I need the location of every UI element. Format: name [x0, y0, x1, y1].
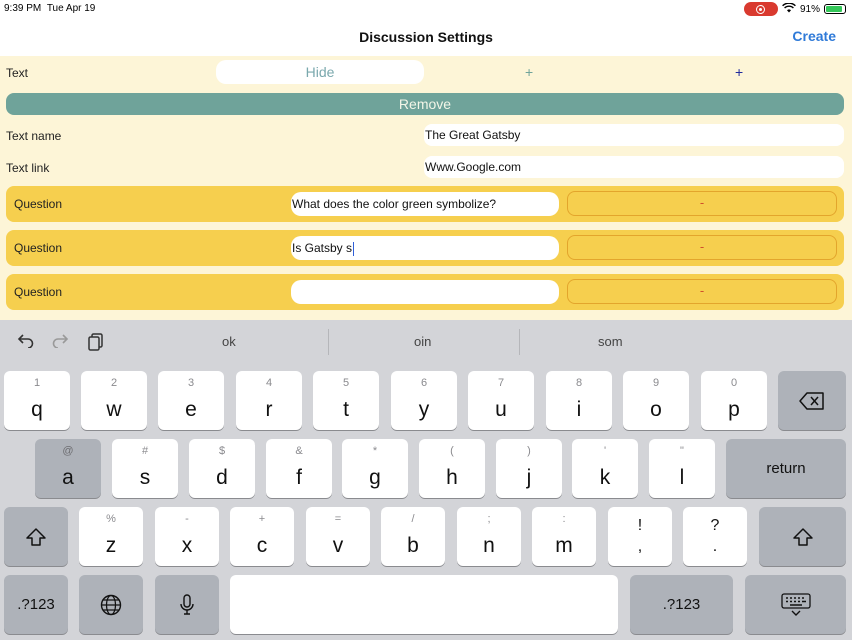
suggestion-divider [519, 329, 520, 355]
return-key[interactable]: return [726, 439, 846, 498]
globe-key[interactable] [79, 575, 143, 634]
key-f[interactable]: & f [266, 439, 332, 498]
onscreen-keyboard: ok oin som 1q 2w 3e 4r 5t 6y 7u 8i 9o 0p… [0, 320, 852, 640]
suggestion-2[interactable]: oin [414, 334, 431, 349]
remove-question-button[interactable]: - [567, 191, 837, 216]
key-s[interactable]: # s [112, 439, 178, 498]
undo-icon[interactable] [16, 332, 36, 352]
hide-button[interactable]: Hide [216, 60, 424, 84]
discussion-form: Text Hide + + Remove Text name The Great… [0, 56, 852, 320]
key-e[interactable]: 3e [158, 371, 224, 430]
numbers-key-right[interactable]: .?123 [630, 575, 733, 634]
key-n[interactable]: ; n [457, 507, 521, 566]
question-field-text: Is Gatsby s [292, 241, 353, 255]
key-comma[interactable]: !, [608, 507, 672, 566]
backspace-icon [778, 371, 846, 430]
suggestion-bar: ok oin som [0, 320, 852, 364]
key-a[interactable]: @ a [35, 439, 101, 498]
question-label: Question [14, 241, 63, 255]
text-label: Text [6, 66, 29, 80]
question-card: Question - [6, 274, 844, 310]
microphone-icon [155, 575, 219, 634]
key-h[interactable]: (h [419, 439, 485, 498]
battery-icon [824, 4, 846, 14]
suggestion-1[interactable]: ok [222, 334, 236, 349]
create-button[interactable]: Create [792, 28, 836, 44]
key-d[interactable]: $ d [189, 439, 255, 498]
key-x[interactable]: -x [155, 507, 219, 566]
globe-icon [79, 575, 143, 634]
key-t[interactable]: 5t [313, 371, 379, 430]
key-v[interactable]: = v [306, 507, 370, 566]
key-u[interactable]: 7u [468, 371, 534, 430]
question-field[interactable]: Is Gatsby s [291, 236, 559, 260]
battery-percent: 91% [799, 3, 820, 15]
shift-key-left[interactable] [4, 507, 68, 566]
text-name-label: Text name [6, 129, 62, 143]
navigation-bar: Discussion Settings Create [0, 18, 852, 56]
key-o[interactable]: 9o [623, 371, 689, 430]
text-cursor [353, 241, 355, 256]
question-label: Question [14, 285, 63, 299]
suggestion-divider [328, 329, 329, 355]
key-r[interactable]: 4r [236, 371, 302, 430]
key-i[interactable]: 8i [546, 371, 612, 430]
key-y[interactable]: 6y [391, 371, 457, 430]
key-m[interactable]: :m [532, 507, 596, 566]
key-b[interactable]: / b [381, 507, 445, 566]
status-bar: 9:39 PM Tue Apr 19 91% [0, 0, 852, 18]
shift-icon [759, 507, 846, 566]
shift-key-right[interactable] [759, 507, 846, 566]
screen-recording-icon [743, 2, 778, 16]
hide-keyboard-icon [745, 575, 846, 634]
key-j[interactable]: ) j [496, 439, 562, 498]
key-q[interactable]: 1q [4, 371, 70, 430]
key-p[interactable]: 0p [701, 371, 767, 430]
space-key[interactable] [230, 575, 618, 634]
shift-icon [4, 507, 68, 566]
question-field[interactable]: What does the color green symbolize? [291, 192, 559, 216]
question-label: Question [14, 197, 63, 211]
add-text-button[interactable]: + [525, 64, 533, 80]
dictation-key[interactable] [155, 575, 219, 634]
text-link-field[interactable]: Www.Google.com [424, 156, 844, 178]
question-card: Question Is Gatsby s - [6, 230, 844, 266]
suggestion-3[interactable]: som [598, 334, 623, 349]
hide-keyboard-key[interactable] [745, 575, 846, 634]
question-field[interactable] [291, 280, 559, 304]
text-name-field[interactable]: The Great Gatsby [424, 124, 844, 146]
status-time: 9:39 PM Tue Apr 19 [4, 3, 96, 14]
question-card: Question What does the color green symbo… [6, 186, 844, 222]
text-link-label: Text link [6, 161, 50, 175]
redo-icon[interactable] [50, 332, 70, 352]
clipboard-icon[interactable] [86, 332, 106, 352]
remove-question-button[interactable]: - [567, 235, 837, 260]
key-g[interactable]: * g [342, 439, 408, 498]
wifi-icon [782, 1, 796, 16]
backspace-key[interactable] [778, 371, 846, 430]
key-w[interactable]: 2w [81, 371, 147, 430]
page-title: Discussion Settings [359, 29, 493, 45]
remove-button[interactable]: Remove [6, 93, 844, 115]
key-period[interactable]: ?. [683, 507, 747, 566]
key-k[interactable]: ' k [572, 439, 638, 498]
key-z[interactable]: % z [79, 507, 143, 566]
remove-question-button[interactable]: - [567, 279, 837, 304]
status-icons: 91% [743, 1, 846, 16]
add-question-button[interactable]: + [735, 64, 743, 80]
numbers-key-left[interactable]: .?123 [4, 575, 68, 634]
key-l[interactable]: " l [649, 439, 715, 498]
key-c[interactable]: + c [230, 507, 294, 566]
